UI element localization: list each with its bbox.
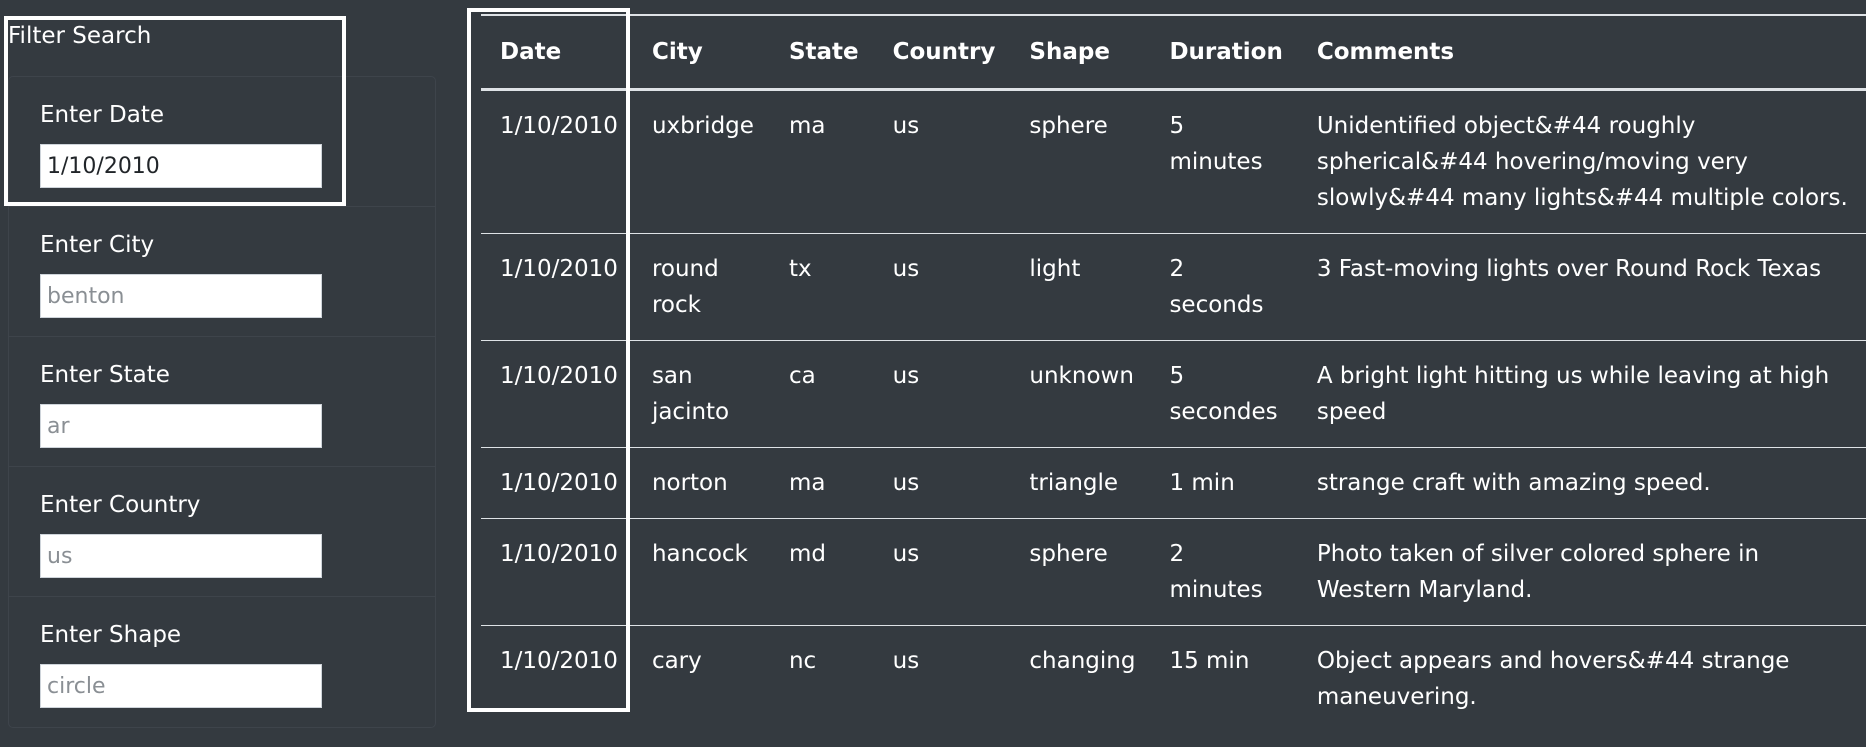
cell-state: ma	[771, 447, 876, 519]
filter-item-country: Enter Country	[9, 467, 435, 597]
filter-item-shape: Enter Shape	[9, 597, 435, 727]
cell-shape: changing	[1029, 647, 1136, 674]
table-row: 1/10/2010 cary nc us changing 15 min Obj…	[481, 625, 1866, 732]
cell-country: us	[875, 89, 1013, 234]
cell-country: us	[875, 447, 1013, 519]
header-state: State	[771, 14, 876, 91]
ufo-table-container: Date City State Country Shape Duration C…	[481, 14, 1866, 732]
filter-label-state: Enter State	[40, 362, 170, 388]
table-row: 1/10/2010 uxbridge ma us sphere 5 minute…	[481, 89, 1866, 234]
cell-shape: triangle	[1012, 447, 1153, 519]
table-row: 1/10/2010 norton ma us triangle 1 min st…	[481, 447, 1866, 519]
ufo-table: Date City State Country Shape Duration C…	[481, 14, 1866, 732]
cell-state: nc	[788, 647, 817, 674]
filter-label-shape: Enter Shape	[40, 622, 182, 648]
cell-shape: light	[1012, 233, 1153, 341]
table-row: 1/10/2010 san jacinto ca us unknown 5 se…	[481, 340, 1866, 448]
filter-panel: Enter Date Enter City Enter State Enter …	[8, 76, 436, 728]
header-shape: Shape	[1012, 14, 1153, 91]
cell-date: 1/10/2010	[500, 647, 618, 674]
cell-state: ca	[771, 340, 876, 448]
header-country: Country	[875, 14, 1013, 91]
header-duration: Duration	[1152, 14, 1300, 91]
cell-shape: sphere	[1012, 518, 1153, 626]
cell-duration: 2 minutes	[1152, 518, 1300, 626]
cell-comments: strange craft with amazing speed.	[1299, 447, 1866, 519]
cell-date: 1/10/2010	[481, 89, 635, 234]
filter-item-state: Enter State	[9, 337, 435, 467]
cell-city: cary	[651, 647, 702, 674]
header-date: Date	[481, 14, 635, 91]
table-header: Date City State Country Shape Duration C…	[481, 14, 1866, 91]
cell-country: us	[892, 647, 920, 674]
cell-date: 1/10/2010	[481, 233, 635, 341]
cell-city: hancock	[634, 518, 772, 626]
cell-date: 1/10/2010	[481, 447, 635, 519]
filter-label-city: Enter City	[40, 232, 155, 258]
cell-state: tx	[771, 233, 876, 341]
cell-city: uxbridge	[634, 89, 772, 234]
header-city: City	[634, 14, 772, 91]
cell-duration: 5 secondes	[1152, 340, 1300, 448]
ufo-sightings-page: Filter Search Enter Date Enter City Ente…	[0, 0, 1866, 747]
filter-search-title: Filter Search	[8, 23, 152, 49]
date-input[interactable]	[40, 144, 322, 188]
cell-duration: 15 min	[1169, 647, 1250, 674]
shape-input[interactable]	[40, 664, 322, 708]
cell-shape: unknown	[1012, 340, 1153, 448]
cell-duration: 5 minutes	[1152, 89, 1300, 234]
cell-state: md	[771, 518, 876, 626]
cell-date: 1/10/2010	[481, 340, 635, 448]
table-row: 1/10/2010 round rock tx us light 2 secon…	[481, 233, 1866, 341]
header-comments: Comments	[1299, 14, 1866, 91]
cell-shape: sphere	[1012, 89, 1153, 234]
table-row: 1/10/2010 hancock md us sphere 2 minutes…	[481, 518, 1866, 626]
table-header-row: Date City State Country Shape Duration C…	[481, 14, 1866, 91]
table-body: 1/10/2010 uxbridge ma us sphere 5 minute…	[481, 89, 1866, 732]
cell-comments: Unidentified object&#44 roughly spherica…	[1299, 89, 1866, 234]
filter-label-date: Enter Date	[40, 102, 165, 128]
cell-city: norton	[634, 447, 772, 519]
cell-comments: 3 Fast-moving lights over Round Rock Tex…	[1299, 233, 1866, 341]
cell-city: round rock	[634, 233, 772, 341]
country-input[interactable]	[40, 534, 322, 578]
cell-comments: Object appears and hovers&#44 strange ma…	[1316, 647, 1790, 710]
cell-comments: Photo taken of silver colored sphere in …	[1299, 518, 1866, 626]
filter-item-city: Enter City	[9, 207, 435, 337]
cell-country: us	[875, 518, 1013, 626]
city-input[interactable]	[40, 274, 322, 318]
cell-city: san jacinto	[634, 340, 772, 448]
filter-item-date: Enter Date	[9, 77, 435, 207]
cell-duration: 1 min	[1152, 447, 1300, 519]
cell-date: 1/10/2010	[481, 518, 635, 626]
cell-country: us	[875, 340, 1013, 448]
cell-state: ma	[771, 89, 876, 234]
filter-label-country: Enter Country	[40, 492, 201, 518]
state-input[interactable]	[40, 404, 322, 448]
cell-duration: 2 seconds	[1152, 233, 1300, 341]
cell-comments: A bright light hitting us while leaving …	[1299, 340, 1866, 448]
cell-country: us	[875, 233, 1013, 341]
